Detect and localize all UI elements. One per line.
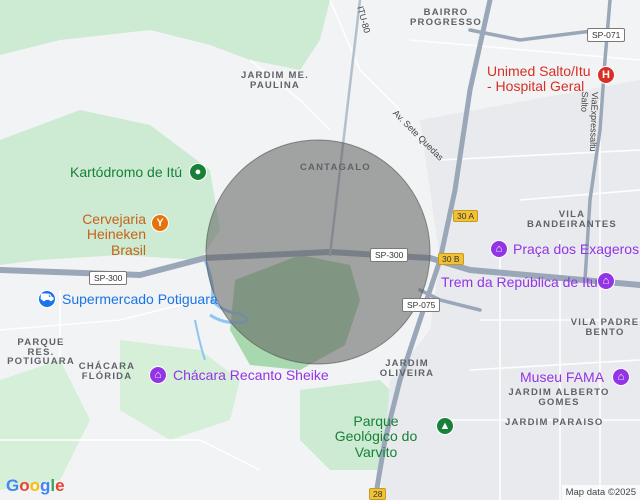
hospital-icon[interactable]: H — [597, 66, 615, 84]
exit-shield-30a: 30 A — [453, 210, 479, 222]
area-label-jardim-oliveira: JARDIM OLIVEIRA — [379, 358, 435, 379]
google-logo: Google — [6, 476, 65, 496]
green-area-south — [120, 340, 240, 440]
poi-supermercado[interactable]: Supermercado Potiguara — [62, 292, 218, 306]
poi-museu[interactable]: Museu FAMA — [520, 370, 604, 384]
area-label-jardim-paraiso: JARDIM PARAISO — [505, 417, 604, 428]
shopping-cart-icon[interactable]: ⛟ — [38, 290, 56, 308]
green-area-north — [0, 0, 330, 70]
road-shield-sp-300-east: SP-300 — [370, 248, 409, 262]
landmark-icon[interactable]: ⌂ — [490, 240, 508, 258]
landmark-icon[interactable]: ⌂ — [149, 366, 167, 384]
road-shield-28: 28 — [369, 488, 387, 500]
area-label-vila-bandeirantes: VILA BANDEIRANTES — [527, 209, 617, 230]
landmark-icon[interactable]: ⌂ — [597, 272, 615, 290]
museum-icon[interactable]: ⌂ — [612, 368, 630, 386]
map-view[interactable]: BAIRRO PROGRESSO JARDIM ME. PAULINA CANT… — [0, 0, 640, 500]
poi-parque-geologico[interactable]: Parque Geológico do Varvito — [320, 413, 432, 460]
road-shield-sp-075: SP-075 — [402, 298, 441, 312]
poi-kartodromo[interactable]: Kartódromo de Itú — [70, 165, 182, 179]
poi-unimed[interactable]: Unimed Salto/Itu - Hospital Geral — [487, 63, 595, 95]
area-label-vila-padre-bento: VILA PADRE BENTO — [570, 317, 640, 338]
google-logo-letter: G — [6, 476, 20, 495]
poi-praca[interactable]: Praça dos Exageros — [513, 242, 639, 256]
park-pin-icon[interactable]: ● — [189, 163, 207, 181]
area-label-cantagalo: CANTAGALO — [300, 162, 371, 173]
cocktail-icon[interactable]: Y — [151, 214, 169, 232]
poi-cervejaria[interactable]: Cervejaria Heineken Brasil — [52, 211, 146, 258]
area-label-chacara-florida: CHÁCARA FLÓRIDA — [78, 361, 136, 382]
area-label-bairro-progresso: BAIRRO PROGRESSO — [409, 7, 483, 28]
google-logo-letter: e — [55, 476, 65, 495]
road-shield-sp-071: SP-071 — [587, 28, 626, 42]
google-logo-letter: o — [29, 476, 41, 495]
poi-chacara-recanto[interactable]: Chácara Recanto Sheike — [173, 368, 329, 382]
road-shield-sp-300-west: SP-300 — [89, 271, 128, 285]
area-label-jardim-me-paulina: JARDIM ME. PAULINA — [241, 70, 309, 91]
map-attribution[interactable]: Map data ©2025 — [561, 485, 640, 500]
google-logo-letter: g — [40, 476, 51, 495]
exit-shield-30b: 30 B — [438, 253, 464, 265]
area-label-parque-res-potiguara: PARQUE RES. POTIGUARA — [7, 337, 75, 367]
road-label-via-expressa: ViaExpressaltu Salto — [579, 91, 600, 152]
area-label-jardim-alberto-gomes: JARDIM ALBERTO GOMES — [508, 387, 610, 408]
poi-trem[interactable]: Trem da República de Itu — [441, 275, 598, 289]
park-pin-icon[interactable]: ▲ — [436, 417, 454, 435]
google-logo-letter: o — [19, 476, 30, 495]
